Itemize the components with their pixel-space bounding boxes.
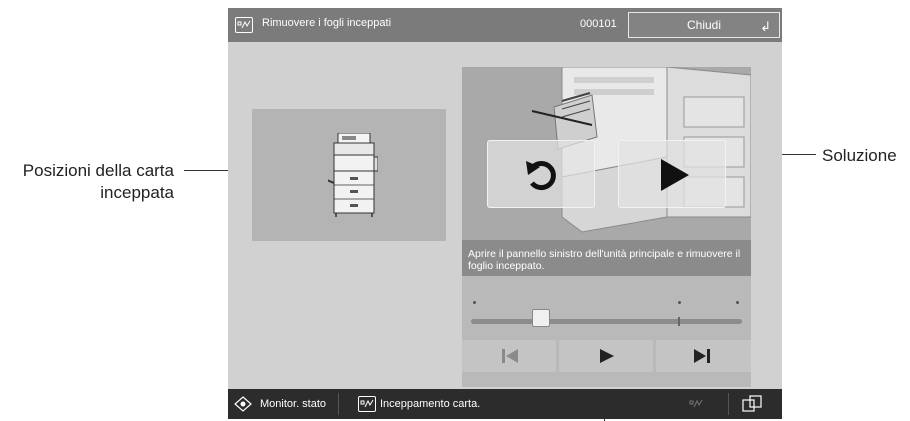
skip-start-icon <box>502 349 518 363</box>
progress-thumb[interactable] <box>532 309 551 327</box>
header-bar: Rimuovere i fogli inceppati 000101 Chiud… <box>228 8 782 42</box>
skip-start-button[interactable] <box>462 340 556 372</box>
error-code: 000101 <box>580 18 617 30</box>
eye-icon <box>234 396 252 412</box>
callout-solution: Soluzione <box>822 146 897 165</box>
footer-divider <box>728 393 729 415</box>
skip-end-icon <box>694 349 710 363</box>
footer-divider <box>338 393 339 415</box>
close-button[interactable]: Chiudi ↲ <box>628 12 780 38</box>
swap-icon[interactable] <box>742 395 762 413</box>
replay-icon <box>526 161 556 191</box>
progress-track[interactable] <box>471 319 742 324</box>
wrench-icon <box>689 399 703 408</box>
chapter-mark <box>678 317 680 326</box>
replay-button[interactable] <box>487 140 595 208</box>
chapter-dot <box>473 301 476 304</box>
solution-caption: Aprire il pannello sinistro dell'unità p… <box>462 240 751 276</box>
playback-controls <box>462 276 751 387</box>
play-icon <box>661 159 689 191</box>
jam-icon <box>358 396 376 412</box>
callout-jam-positions: Posizioni della carta inceppata <box>22 161 174 202</box>
device-screen: Rimuovere i fogli inceppati 000101 Chiud… <box>228 8 782 419</box>
jam-position-panel <box>252 109 446 241</box>
jam-icon <box>235 17 253 33</box>
printer-icon <box>328 133 378 217</box>
skip-end-button[interactable] <box>656 340 751 372</box>
play-large-button[interactable] <box>618 140 726 208</box>
enter-icon: ↲ <box>760 19 771 34</box>
status-bar: Monitor. stato Inceppamento carta. <box>228 389 782 419</box>
page-title: Rimuovere i fogli inceppati <box>262 17 392 29</box>
play-small-icon <box>600 349 614 363</box>
status-monitor-button[interactable]: Monitor. stato <box>260 398 326 410</box>
chapter-dot <box>678 301 681 304</box>
play-button[interactable] <box>559 340 653 372</box>
chapter-dot <box>736 301 739 304</box>
close-button-label: Chiudi <box>686 18 722 32</box>
jam-status-message[interactable]: Inceppamento carta. <box>380 398 480 410</box>
